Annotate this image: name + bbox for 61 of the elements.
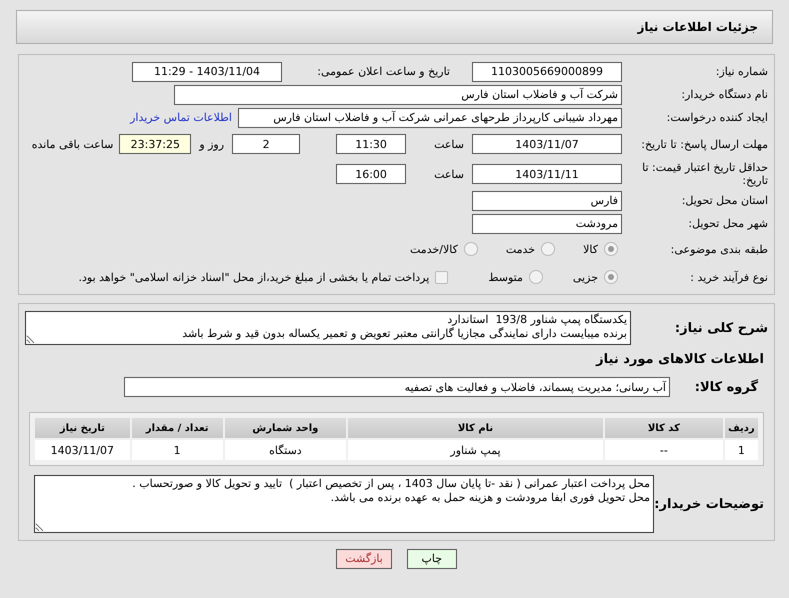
buyer-notes-field[interactable]: محل پرداخت اعتبار عمرانی ( نقد -تا پایان سال 1403 ، پس از تخصیص اعتبار ) تایید و تحویل کالا و صورتحساب . محل تحویل فوری ابفا مرودشت و هزینه حمل به عهده برنده می باشد. <box>34 475 654 533</box>
table-cell: پمپ شناور <box>348 440 603 460</box>
time-label: ساعت <box>434 168 464 180</box>
back-button[interactable]: بازگشت <box>336 549 392 569</box>
checkbox[interactable] <box>435 270 448 284</box>
table-cell: -- <box>604 440 723 460</box>
radio-label: جزیی <box>572 270 598 284</box>
table-cell: 1 <box>132 440 223 460</box>
validity-time-field: 16:00 <box>336 164 406 184</box>
print-button[interactable]: چاپ <box>406 549 457 569</box>
field-label: گروه کالا: <box>694 380 758 394</box>
column-header: تعداد / مقدار <box>132 418 223 438</box>
field-label: طبقه بندی موضوعی: <box>670 242 768 256</box>
remaining-label: ساعت باقی مانده <box>32 138 114 150</box>
radio-button[interactable] <box>528 270 543 284</box>
checkbox-label: پرداخت تمام یا بخشی از مبلغ خرید،از محل "اسناد خزانه اسلامی" خواهد بود. <box>78 270 430 284</box>
table-cell: دستگاه <box>224 440 346 460</box>
radio-label: کالا/خدمت <box>410 242 458 256</box>
field-label: ایجاد کننده درخواست: <box>666 111 768 124</box>
field-label: نام دستگاه خریدار: <box>680 88 768 101</box>
deadline-date-field: 1403/11/07 <box>472 134 622 154</box>
buyer-contact-link[interactable]: اطلاعات تماس خریدار <box>130 111 232 124</box>
requester-field: مهرداد شیبانی کارپرداز طرحهای عمرانی شرکت آب و فاضلاب استان فارس <box>238 108 622 128</box>
deadline-time-field: 11:30 <box>336 134 406 154</box>
radio-label: خدمت <box>506 242 536 256</box>
field-label: شهر محل تحویل: <box>687 217 768 230</box>
radio-button[interactable] <box>604 242 618 256</box>
column-header: کد کالا <box>604 418 723 438</box>
radio-button[interactable] <box>541 242 556 256</box>
field-label: استان محل تحویل: <box>680 194 768 207</box>
field-label: مهلت ارسال پاسخ: تا تاریخ: <box>640 138 768 150</box>
goods-group-field: آب رسانی؛ مدیریت پسماند، فاضلاب و فعالیت های تصفیه <box>124 377 670 397</box>
column-header: ردیف <box>724 418 758 438</box>
table-cell: 1 <box>724 440 758 460</box>
radio-button[interactable] <box>464 242 478 256</box>
city-field: مرودشت <box>472 214 622 234</box>
radio-label: کالا <box>583 242 598 256</box>
column-header: نام کالا <box>348 418 603 438</box>
days-label: روز و <box>199 138 224 150</box>
province-field: فارس <box>472 190 622 210</box>
remaining-time-field: 23:37:25 <box>119 134 192 154</box>
field-label: حداقل تاریخ اعتبار قیمت: تا تاریخ: <box>641 161 768 187</box>
announce-date-field: 1403/11/04 - 11:29 <box>132 62 282 82</box>
buyer-org-field: شرکت آب و فاضلاب استان فارس <box>174 84 622 104</box>
validity-date-field: 1403/11/11 <box>472 164 622 184</box>
page-title: جزئیات اطلاعات نیاز <box>637 20 758 34</box>
field-label: شماره نیاز: <box>714 65 768 78</box>
column-header: تاریخ نیاز <box>35 418 130 438</box>
need-number-field: 1103005669000899 <box>472 62 622 82</box>
field-label: شرح کلی نیاز: <box>674 322 768 334</box>
time-label: ساعت <box>434 138 464 150</box>
days-field: 2 <box>232 134 300 154</box>
radio-button[interactable] <box>604 270 618 284</box>
field-label: نوع فرآیند خرید : <box>689 270 768 284</box>
description-field[interactable]: یکدستگاه پمپ شناور 193/8 استاندارد برنده میبایست دارای نمایندگی مجازیا گارانتی معتبر تعویض و تعمیر یکساله بدون قید و شرط باشد <box>25 311 631 345</box>
field-label: توضیحات خریدار: <box>654 498 764 510</box>
section-title: اطلاعات کالاهای مورد نیاز <box>596 352 764 366</box>
column-header: واحد شمارش <box>224 418 346 438</box>
table-cell: 1403/11/07 <box>35 440 130 460</box>
field-label: تاریخ و ساعت اعلان عمومی: <box>316 65 450 78</box>
radio-label: متوسط <box>488 270 523 284</box>
